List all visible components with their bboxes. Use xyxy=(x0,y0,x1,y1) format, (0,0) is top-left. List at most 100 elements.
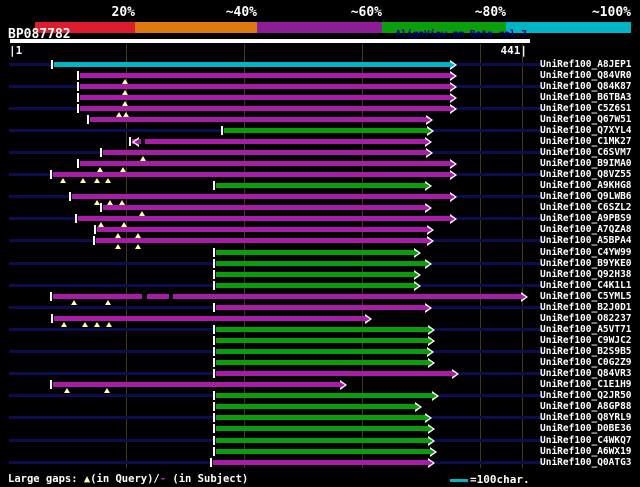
hit-bar[interactable] xyxy=(216,393,432,398)
hit-label[interactable]: UniRef100_D0BE36 xyxy=(540,423,632,434)
hit-label[interactable]: UniRef100_B6TBA3 xyxy=(540,92,632,103)
hit-label[interactable]: UniRef100_A7QZA8 xyxy=(540,224,632,235)
hit-start-tick xyxy=(51,314,53,323)
hit-label[interactable]: UniRef100_C5Z6S1 xyxy=(540,103,632,114)
hit-bar[interactable] xyxy=(103,205,425,210)
hit-start-tick xyxy=(213,336,215,345)
hit-bar[interactable] xyxy=(216,371,452,376)
right-arrowhead-fill xyxy=(427,349,432,355)
hit-label[interactable]: UniRef100_Q8YRL9 xyxy=(540,412,632,423)
hit-bar[interactable] xyxy=(216,349,427,354)
hit-label[interactable]: UniRef100_C4K1L1 xyxy=(540,280,632,291)
hit-label[interactable]: UniRef100_A5VT71 xyxy=(540,324,632,335)
hit-bar[interactable] xyxy=(80,161,450,166)
hit-bar[interactable] xyxy=(216,272,414,277)
right-arrowhead-fill xyxy=(428,438,433,444)
hit-label[interactable]: UniRef100_C1MK27 xyxy=(540,136,632,147)
hit-label[interactable]: UniRef100_C4WKQ7 xyxy=(540,435,632,446)
hit-label[interactable]: UniRef100_A8JEP1 xyxy=(540,59,632,70)
hit-label[interactable]: UniRef100_C5YML5 xyxy=(540,291,632,302)
hit-label[interactable]: UniRef100_A9KHG8 xyxy=(540,180,632,191)
right-arrowhead-fill xyxy=(430,449,435,455)
right-arrowhead-fill xyxy=(432,393,437,399)
hit-label[interactable]: UniRef100_C1E1H9 xyxy=(540,379,632,390)
hit-label[interactable]: UniRef100_A6WX19 xyxy=(540,446,632,457)
hit-label[interactable]: UniRef100_Q84VR3 xyxy=(540,368,632,379)
hit-bar[interactable] xyxy=(53,294,521,299)
right-arrowhead-fill xyxy=(425,205,430,211)
query-gap-marker xyxy=(106,322,112,327)
right-arrowhead-fill xyxy=(428,426,433,432)
hit-start-tick xyxy=(213,369,215,378)
hit-bar[interactable] xyxy=(216,250,414,255)
hit-bar[interactable] xyxy=(103,150,426,155)
hit-label[interactable]: UniRef100_C6SZL2 xyxy=(540,202,632,213)
hit-bar[interactable] xyxy=(216,305,425,310)
hit-start-tick xyxy=(213,402,215,411)
hit-bar[interactable] xyxy=(80,73,450,78)
hit-bar[interactable] xyxy=(216,183,425,188)
query-gap-marker xyxy=(64,388,70,393)
hit-label[interactable]: UniRef100_B2J0D1 xyxy=(540,302,632,313)
hit-label[interactable]: UniRef100_B2S9B5 xyxy=(540,346,632,357)
hit-label[interactable]: UniRef100_O82237 xyxy=(540,313,632,324)
hit-label[interactable]: UniRef100_Q9LWB6 xyxy=(540,191,632,202)
hit-label[interactable]: UniRef100_C4YW99 xyxy=(540,247,632,258)
hit-bar[interactable] xyxy=(216,415,425,420)
hit-bar[interactable] xyxy=(216,327,428,332)
right-arrowhead-fill xyxy=(414,272,419,278)
hit-label[interactable]: UniRef100_Q84K87 xyxy=(540,81,632,92)
hit-bar[interactable] xyxy=(216,426,428,431)
right-arrowhead-fill xyxy=(450,161,455,167)
hit-bar[interactable] xyxy=(224,128,427,133)
hit-start-tick xyxy=(213,391,215,400)
hit-bar[interactable] xyxy=(78,216,450,221)
hit-bar[interactable] xyxy=(213,460,428,465)
right-arrowhead-fill xyxy=(428,360,433,366)
hit-bar[interactable] xyxy=(216,261,425,266)
hit-label[interactable]: UniRef100_B9IMA0 xyxy=(540,158,632,169)
hit-bar[interactable] xyxy=(216,404,415,409)
hit-bar[interactable] xyxy=(80,106,450,111)
hit-label[interactable]: UniRef100_C6SVM7 xyxy=(540,147,632,158)
hit-label[interactable]: UniRef100_A8GP88 xyxy=(540,401,632,412)
hit-bar[interactable] xyxy=(90,117,426,122)
hit-bar[interactable] xyxy=(54,316,365,321)
hit-bar[interactable] xyxy=(96,238,427,243)
hit-label[interactable]: UniRef100_A5BPA4 xyxy=(540,235,632,246)
hit-bar[interactable] xyxy=(54,62,450,67)
hit-label[interactable]: UniRef100_Q67W51 xyxy=(540,114,632,125)
gaps-legend: Large gaps: ▲(in Query)/- (in Subject) xyxy=(8,473,248,485)
hit-bar[interactable] xyxy=(53,172,450,177)
hit-label[interactable]: UniRef100_Q92H38 xyxy=(540,269,632,280)
hit-bar[interactable] xyxy=(53,382,340,387)
hit-label[interactable]: UniRef100_Q7XYL4 xyxy=(540,125,632,136)
subject-gap xyxy=(141,139,145,144)
right-arrowhead-fill xyxy=(415,404,420,410)
hit-start-tick xyxy=(129,137,131,146)
hit-bar[interactable] xyxy=(216,438,428,443)
hit-label[interactable]: UniRef100_C0G2Z9 xyxy=(540,357,632,368)
hit-bar[interactable] xyxy=(80,95,450,100)
query-gap-marker xyxy=(115,244,121,249)
hit-bar[interactable] xyxy=(216,283,414,288)
hit-label[interactable]: UniRef100_Q0ATG3 xyxy=(540,457,632,468)
hit-bar[interactable] xyxy=(216,360,428,365)
hit-bar[interactable] xyxy=(80,84,450,89)
hit-start-tick xyxy=(213,436,215,445)
query-gap-marker xyxy=(94,322,100,327)
hit-bar[interactable] xyxy=(132,139,425,144)
hit-bar[interactable] xyxy=(72,194,450,199)
hit-label[interactable]: UniRef100_Q8VZ55 xyxy=(540,169,632,180)
hit-start-tick xyxy=(94,225,96,234)
scale-segment-label: ~80% xyxy=(436,5,506,20)
hit-bar[interactable] xyxy=(97,227,427,232)
hit-start-tick xyxy=(93,236,95,245)
hit-label[interactable]: UniRef100_A9PBS9 xyxy=(540,213,632,224)
hit-label[interactable]: UniRef100_C9WJC2 xyxy=(540,335,632,346)
hit-label[interactable]: UniRef100_Q84VR0 xyxy=(540,70,632,81)
hit-label[interactable]: UniRef100_Q2JR50 xyxy=(540,390,632,401)
hit-bar[interactable] xyxy=(216,338,428,343)
hit-bar[interactable] xyxy=(216,449,430,454)
hit-label[interactable]: UniRef100_B9YKE0 xyxy=(540,258,632,269)
